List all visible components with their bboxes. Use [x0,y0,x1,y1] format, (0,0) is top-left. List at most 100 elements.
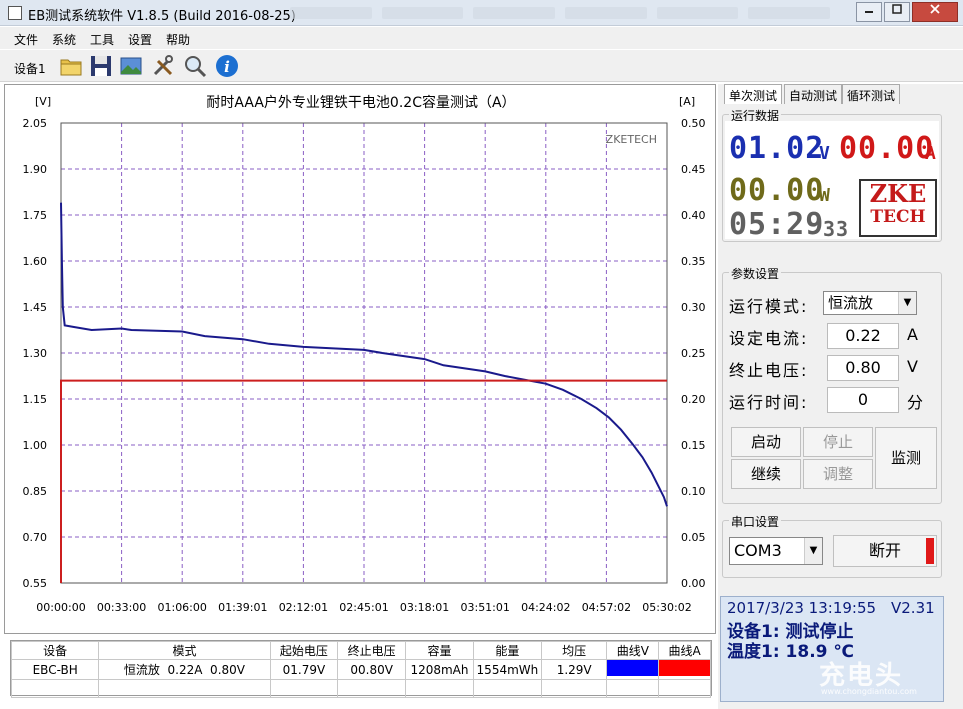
cell-curve-a[interactable] [658,659,711,680]
zoom-button[interactable] [182,53,208,79]
control-panel: 单次测试 自动测试 循环测试 运行数据 01.02 V 00.00 A 00.0… [718,84,963,709]
run-time-input[interactable]: 0 [827,387,899,413]
chevron-down-icon[interactable]: ▼ [898,292,916,314]
continue-button[interactable]: 继续 [731,459,801,489]
mode-select-value: 恒流放 [828,294,874,312]
menu-settings[interactable]: 设置 [128,31,152,48]
export-image-button[interactable] [118,53,144,79]
firmware-version: V2.31 [891,599,935,617]
minimize-button[interactable] [856,2,882,22]
menu-bar: 文件 系统 工具 设置 帮助 [0,27,963,49]
close-icon [930,4,940,14]
voltage-readout: 01.02 [729,131,825,166]
monitor-button[interactable]: 监测 [875,427,937,489]
x-tick-label: 03:18:01 [400,601,449,614]
save-icon [91,56,111,76]
menu-help[interactable]: 帮助 [166,31,190,48]
menu-tools[interactable]: 工具 [90,31,114,48]
stop-button[interactable]: 停止 [803,427,873,457]
device-tab[interactable]: 设备1 [14,60,46,77]
result-table-panel: 设备 模式 起始电压 终止电压 容量 能量 均压 曲线V 曲线A EBC-BH … [10,640,712,698]
x-tick-label: 01:39:01 [218,601,267,614]
com-port-select[interactable]: COM3 ▼ [729,537,823,565]
chevron-down-icon[interactable]: ▼ [804,538,822,564]
col-curve-a: 曲线A [658,641,711,660]
y-tick-label: 1.00 [23,439,48,452]
background-tab [656,7,739,19]
tab-single-test[interactable]: 单次测试 [724,84,783,104]
elapsed-seconds-readout: 33 [823,217,850,241]
tools-button[interactable] [150,53,176,79]
x-tick-label: 02:12:01 [279,601,328,614]
start-button[interactable]: 启动 [731,427,801,457]
y2-tick-label: 0.30 [681,301,706,314]
chart-panel: 耐时AAA户外专业锂铁干电池0.2C容量测试（A） [V] [A] 00:00:… [4,84,716,634]
col-end-voltage: 终止电压 [337,641,407,660]
voltage-current-chart: 耐时AAA户外专业锂铁干电池0.2C容量测试（A） [V] [A] 00:00:… [23,94,706,614]
chart-title: 耐时AAA户外专业锂铁干电池0.2C容量测试（A） [206,94,515,111]
power-readout: 00.00 [729,173,825,208]
cell-device: EBC-BH [10,659,100,680]
cell-energy: 1554mWh [472,659,542,680]
menu-system[interactable]: 系统 [52,31,76,48]
background-tabs [290,5,831,21]
maximize-button[interactable] [884,2,910,22]
col-avg-voltage: 均压 [540,641,608,660]
logo-line2: TECH [870,207,926,227]
empty-cell [472,679,542,698]
background-tab [290,7,372,19]
serial-group: 串口设置 COM3 ▼ 断开 [722,513,942,578]
background-tab [565,7,647,19]
y-tick-label: 1.75 [23,209,48,222]
x-tick-label: 02:45:01 [339,601,388,614]
col-capacity: 容量 [405,641,474,660]
grid [61,123,667,583]
empty-cell [405,679,474,698]
adjust-button[interactable]: 调整 [803,459,873,489]
open-button[interactable] [58,53,84,79]
save-button[interactable] [88,53,114,79]
about-button[interactable]: i [214,53,240,79]
y-tick-label: 1.30 [23,347,48,360]
table-row[interactable]: EBC-BH 恒流放 0.22A 0.80V 01.79V 00.80V 120… [10,659,711,680]
close-button[interactable] [912,2,958,22]
empty-cell [269,679,339,698]
minimize-icon [865,11,873,13]
current-unit: A [925,143,937,164]
menu-file[interactable]: 文件 [14,31,38,48]
y2-tick-label: 0.20 [681,393,706,406]
y-tick-label: 2.05 [23,117,48,130]
y2-tick-label: 0.35 [681,255,706,268]
run-data-group: 运行数据 01.02 V 00.00 A 00.00 W 05:29 33 ZK… [722,107,942,242]
left-axis-unit: [V] [35,95,51,108]
x-tick-label: 05:30:02 [642,601,691,614]
current-readout: 00.00 [839,131,935,166]
col-mode: 模式 [98,641,271,660]
right-axis-unit: [A] [679,95,695,108]
cell-start-voltage: 01.79V [269,659,339,680]
y2-tick-label: 0.05 [681,531,706,544]
y2-tick-label: 0.10 [681,485,706,498]
tab-cycle-test[interactable]: 循环测试 [842,84,901,104]
title-bar: EB测试系统软件 V1.8.5 (Build 2016-08-25) [0,0,963,26]
table-row-empty [10,679,711,698]
disconnect-button[interactable]: 断开 [833,535,937,567]
cutoff-voltage-unit: V [907,357,918,376]
y-tick-label: 1.15 [23,393,48,406]
set-current-input[interactable]: 0.22 [827,323,899,349]
y2-tick-label: 0.25 [681,347,706,360]
tab-auto-test[interactable]: 自动测试 [784,84,843,104]
run-time-label: 运行时间: [729,393,809,412]
curve-v-color-swatch[interactable] [607,660,659,676]
image-icon [120,57,142,75]
params-group: 参数设置 运行模式: 恒流放 ▼ 设定电流: 0.22 A 终止电压: 0.80… [722,265,942,504]
col-curve-v: 曲线V [606,641,660,660]
cell-curve-v[interactable] [606,659,660,680]
mode-label: 运行模式: [729,297,809,316]
curve-a-color-swatch[interactable] [659,660,710,676]
svg-text:i: i [224,58,230,76]
y-tick-label: 0.70 [23,531,48,544]
empty-cell [540,679,608,698]
mode-select[interactable]: 恒流放 ▼ [823,291,917,315]
cutoff-voltage-input[interactable]: 0.80 [827,355,899,381]
